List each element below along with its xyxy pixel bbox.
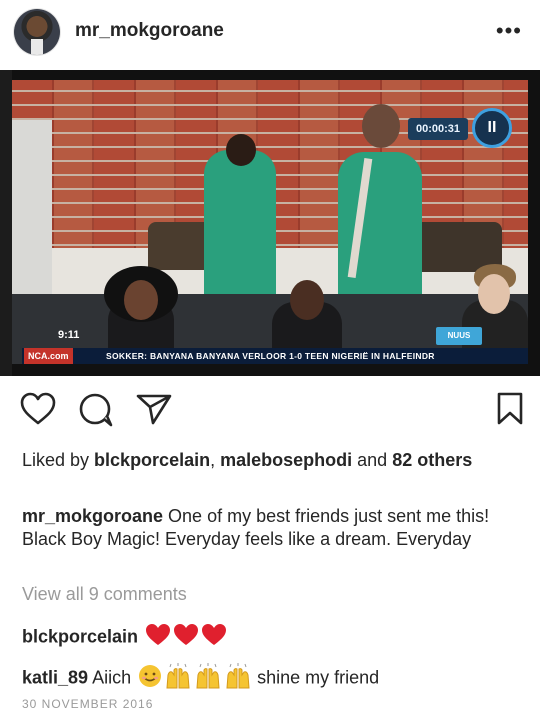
liker-username[interactable]: malebosephodi [220, 450, 352, 470]
likes-summary[interactable]: Liked by blckporcelain, malebosephodi an… [22, 449, 522, 472]
comment-text: shine my friend [252, 667, 380, 688]
post-header: mr_mokgoroane ••• [0, 0, 540, 64]
clerk-face [290, 280, 324, 320]
judge-figure [204, 134, 276, 304]
news-ticker: NCA.com SOKKER: BANYANA BANYANA VERLOOR … [22, 348, 528, 364]
comment-username[interactable]: katli_89 [22, 667, 88, 687]
comment-icon[interactable] [78, 392, 114, 433]
raising-hands-icon [164, 663, 192, 694]
likes-others-count[interactable]: 82 others [392, 450, 472, 470]
judge-figure [338, 104, 422, 302]
post-username[interactable]: mr_mokgoroane [75, 20, 224, 42]
bookmark-icon[interactable] [496, 392, 524, 431]
action-bar [0, 392, 540, 432]
tv-bezel [0, 70, 12, 376]
channel-logo: NCA.com [24, 348, 73, 364]
judge-head [226, 134, 256, 166]
clerk-face [478, 274, 510, 314]
comment-username[interactable]: blckporcelain [22, 626, 138, 646]
share-icon[interactable] [136, 392, 172, 431]
raising-hands-icon [194, 663, 222, 694]
likes-middle: and [352, 450, 393, 470]
more-options-icon[interactable]: ••• [496, 20, 522, 42]
red-heart-icon [173, 623, 199, 652]
post-date: 30 NOVEMBER 2016 [22, 697, 154, 711]
like-icon[interactable] [20, 392, 56, 431]
news-badge: NUUS [436, 327, 482, 345]
liker-username[interactable]: blckporcelain [94, 450, 210, 470]
avatar[interactable] [14, 9, 60, 55]
comment-item: katli_89 Aiich shine my friend [22, 663, 379, 694]
smiling-face-icon [138, 664, 162, 693]
tv-screen: 00:00:31 II NUUS 9:11 NCA.com SOKKER: BA… [12, 80, 528, 364]
pause-icon: II [472, 108, 512, 148]
judge-head [362, 104, 400, 148]
clerk-face [124, 280, 158, 320]
red-heart-icon [145, 623, 171, 652]
post-image[interactable]: 00:00:31 II NUUS 9:11 NCA.com SOKKER: BA… [0, 70, 540, 376]
raising-hands-icon [224, 663, 252, 694]
broadcast-timer: 00:00:31 [408, 118, 468, 140]
avatar-shirt [31, 39, 43, 55]
likes-separator: , [210, 450, 221, 470]
red-heart-icon [201, 623, 227, 652]
comment-text: Aiich [88, 667, 132, 688]
broadcast-clock: 9:11 [58, 329, 80, 341]
likes-prefix: Liked by [22, 450, 95, 470]
ticker-text: SOKKER: BANYANA BANYANA VERLOOR 1-0 TEEN… [106, 351, 435, 361]
comment-item: blckporcelain [22, 623, 227, 652]
post-caption: mr_mokgoroane One of my best friends jus… [22, 505, 527, 551]
robe-stripe [347, 158, 373, 278]
wall-panel [12, 120, 52, 320]
view-all-comments-link[interactable]: View all 9 comments [22, 584, 187, 605]
caption-author[interactable]: mr_mokgoroane [22, 506, 163, 526]
